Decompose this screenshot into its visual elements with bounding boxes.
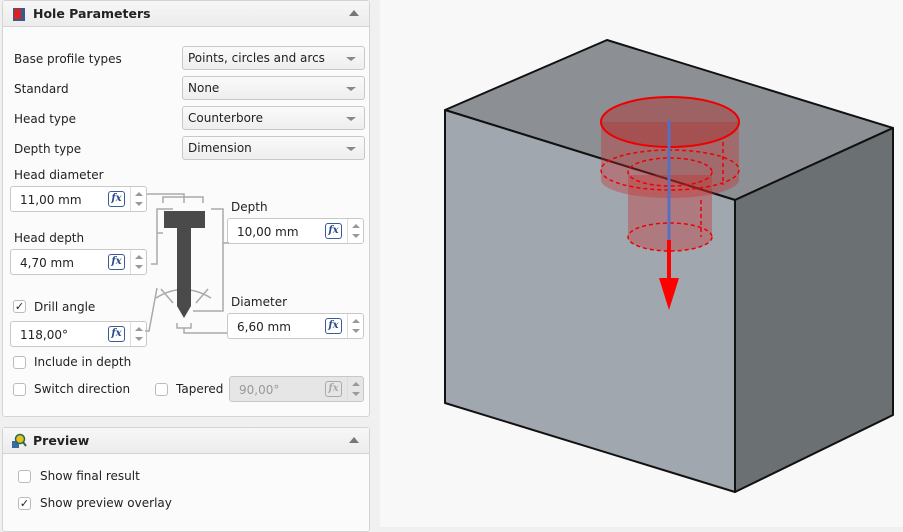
hole-icon bbox=[13, 7, 25, 21]
3d-viewport[interactable] bbox=[380, 0, 903, 527]
hole-parameters-panel: Hole Parameters Base profile types Point… bbox=[2, 0, 370, 417]
depth-label: Depth bbox=[231, 200, 268, 214]
include-in-depth-label: Include in depth bbox=[34, 355, 132, 369]
depth-input[interactable]: 10,00 mm fx bbox=[227, 218, 364, 244]
panel-title: Preview bbox=[33, 433, 90, 448]
fx-icon[interactable]: fx bbox=[325, 318, 342, 334]
preview-header[interactable]: Preview bbox=[3, 428, 369, 454]
head-diameter-input[interactable]: 11,00 mm fx bbox=[10, 186, 147, 212]
head-depth-input[interactable]: 4,70 mm fx bbox=[10, 249, 147, 275]
include-in-depth-checkbox[interactable] bbox=[13, 356, 26, 369]
collapse-icon[interactable] bbox=[349, 437, 359, 443]
preview-panel: Preview Show final result ✓ Show preview… bbox=[2, 427, 370, 532]
spin-arrows[interactable] bbox=[347, 219, 363, 243]
head-depth-label: Head depth bbox=[14, 231, 85, 245]
show-final-result-label: Show final result bbox=[40, 469, 140, 483]
head-type-label: Head type bbox=[14, 112, 76, 126]
tapered-checkbox[interactable] bbox=[155, 383, 168, 396]
fx-icon[interactable]: fx bbox=[325, 223, 342, 239]
preview-icon bbox=[12, 433, 27, 448]
head-type-dropdown[interactable]: Counterbore bbox=[182, 106, 365, 130]
base-profile-label: Base profile types bbox=[14, 52, 122, 66]
diameter-label: Diameter bbox=[231, 295, 288, 309]
head-diameter-label: Head diameter bbox=[14, 168, 104, 182]
spin-arrows[interactable] bbox=[347, 314, 363, 338]
taper-angle-input[interactable]: 90,00° fx bbox=[229, 376, 364, 402]
collapse-icon[interactable] bbox=[349, 10, 359, 16]
fx-icon[interactable]: fx bbox=[108, 191, 125, 207]
drill-angle-label: Drill angle bbox=[34, 300, 96, 314]
drill-angle-input[interactable]: 118,00° fx bbox=[10, 321, 147, 347]
standard-label: Standard bbox=[14, 82, 69, 96]
show-preview-overlay-checkbox[interactable]: ✓ bbox=[18, 497, 31, 510]
standard-dropdown[interactable]: None bbox=[182, 76, 365, 100]
hole-parameters-header[interactable]: Hole Parameters bbox=[3, 1, 369, 27]
panel-title: Hole Parameters bbox=[33, 6, 151, 21]
spin-arrows bbox=[347, 377, 363, 401]
hole-diagram bbox=[145, 193, 229, 334]
drill-angle-checkbox[interactable]: ✓ bbox=[13, 300, 26, 313]
fx-icon: fx bbox=[325, 381, 342, 397]
depth-type-dropdown[interactable]: Dimension bbox=[182, 136, 365, 160]
fx-icon[interactable]: fx bbox=[108, 254, 125, 270]
depth-type-label: Depth type bbox=[14, 142, 82, 156]
show-preview-overlay-label: Show preview overlay bbox=[40, 496, 172, 510]
tapered-label: Tapered bbox=[176, 382, 224, 396]
show-final-result-checkbox[interactable] bbox=[18, 470, 31, 483]
switch-direction-checkbox[interactable] bbox=[13, 383, 26, 396]
fx-icon[interactable]: fx bbox=[108, 326, 125, 342]
base-profile-dropdown[interactable]: Points, circles and arcs bbox=[182, 46, 365, 70]
switch-direction-label: Switch direction bbox=[34, 382, 131, 396]
diameter-input[interactable]: 6,60 mm fx bbox=[227, 313, 364, 339]
